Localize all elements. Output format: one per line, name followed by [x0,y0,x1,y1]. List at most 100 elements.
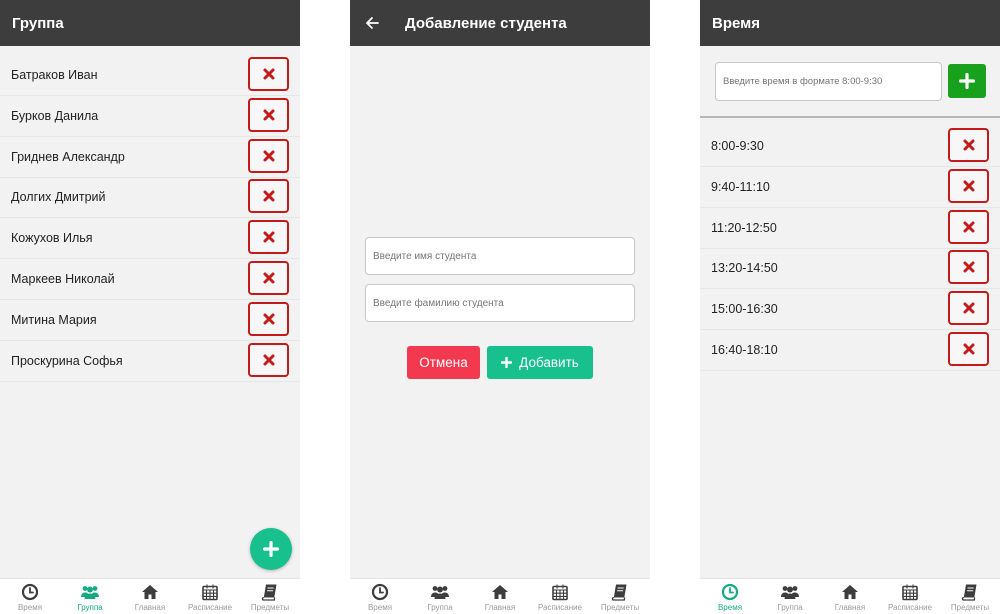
add-button-label: Добавить [519,355,579,370]
clock-icon [721,583,739,601]
delete-student-button[interactable] [248,179,289,214]
nav-label: Время [717,603,743,612]
nav-item-home[interactable]: Главная [120,579,180,614]
nav-item-users[interactable]: Группа [760,579,820,614]
time-slot-row: 8:00-9:30 [700,126,1000,167]
nav-item-calendar[interactable]: Расписание [530,579,590,614]
book-icon [261,584,277,601]
last-name-input[interactable] [365,284,635,322]
home-icon [142,585,158,599]
time-slot-row-text: 8:00-9:30 [711,139,764,153]
x-icon [263,272,274,284]
student-row-text: Долгих Дмитрий [11,190,106,205]
nav-item-book[interactable]: Предметы [240,579,300,614]
add-time-button[interactable] [948,64,986,98]
book-icon [961,584,977,601]
x-icon [963,221,974,233]
page-title: Группа [12,14,64,32]
users-icon [431,586,449,599]
delete-student-button[interactable] [248,261,289,295]
student-row: Батраков Иван [0,55,300,96]
time-slot-row-text: 11:20-12:50 [711,220,777,235]
calendar-icon [552,584,568,601]
time-slot-row-text: 16:40-18:10 [711,343,778,357]
nav-label: Главная [484,603,516,612]
back-button[interactable] [350,0,394,46]
time-input[interactable] [715,62,942,101]
page-title: Добавление студента [405,14,567,32]
student-row: Проскурина Софья [0,341,300,382]
nav-item-clock[interactable]: Время [350,579,410,614]
book-icon [611,584,627,601]
nav-label: Предметы [250,603,290,612]
time-slot-row: 11:20-12:50 [700,208,1000,249]
nav-label: Предметы [600,603,640,612]
nav-item-users[interactable]: Группа [410,579,470,614]
delete-time-button[interactable] [948,291,989,326]
nav-label: Расписание [887,603,933,612]
nav-item-users[interactable]: Группа [60,579,120,614]
app-bar: Время [700,0,1000,46]
delete-student-button[interactable] [248,97,289,132]
nav-item-book[interactable]: Предметы [940,579,1000,614]
plus-icon [501,357,513,368]
delete-student-button[interactable] [248,342,289,377]
student-row: Долгих Дмитрий [0,177,300,219]
delete-student-button[interactable] [248,220,289,255]
nav-item-book[interactable]: Предметы [590,579,650,614]
bottom-nav: Время Группа Главная Расписание Предметы [700,578,1000,614]
nav-label: Расписание [537,603,583,612]
x-icon [263,68,274,80]
plus-icon [263,541,279,557]
student-row: Бурков Данила [0,96,300,137]
delete-time-button[interactable] [948,332,989,366]
x-icon [963,139,974,151]
nav-label: Главная [834,603,866,612]
nav-item-home[interactable]: Главная [820,579,880,614]
student-row-text: Митина Мария [11,312,97,327]
first-name-input[interactable] [365,237,635,275]
bottom-nav: Время Группа Главная Расписание Предметы [0,578,300,614]
page-title: Время [712,14,760,32]
add-student-screen: Добавление студента Отмена Добавить Врем… [350,0,650,614]
delete-time-button[interactable] [948,128,989,162]
add-button[interactable]: Добавить [487,346,593,379]
x-icon [263,150,274,162]
delete-time-button[interactable] [948,168,989,203]
add-student-fab[interactable] [250,528,292,570]
nav-label: Группа [777,603,803,612]
nav-label: Группа [427,603,453,612]
home-icon [842,585,858,599]
divider [700,116,1000,118]
users-icon [781,586,799,599]
student-row-text: Кожухов Илья [11,231,93,246]
time-slot-row: 9:40-11:10 [700,167,1000,208]
cancel-button[interactable]: Отмена [407,346,480,379]
student-row: Гриднев Александр [0,137,300,178]
calendar-icon [202,584,218,601]
nav-item-calendar[interactable]: Расписание [180,579,240,614]
time-slot-row: 16:40-18:10 [700,330,1000,371]
delete-student-button[interactable] [248,57,289,91]
home-icon [492,585,508,599]
x-icon [963,343,974,355]
nav-label: Время [367,603,393,612]
nav-item-home[interactable]: Главная [470,579,530,614]
nav-item-calendar[interactable]: Расписание [880,579,940,614]
delete-student-button[interactable] [248,138,289,173]
app-bar: Группа [0,0,300,46]
nav-item-clock[interactable]: Время [700,579,760,614]
delete-time-button[interactable] [948,209,989,244]
time-slot-row-text: 13:20-14:50 [711,261,778,276]
time-slot-row-text: 9:40-11:10 [711,179,770,194]
nav-item-clock[interactable]: Время [0,579,60,614]
app-bar: Добавление студента [350,0,650,46]
x-icon [263,313,274,325]
delete-student-button[interactable] [248,301,289,336]
x-icon [263,354,274,366]
x-icon [263,190,274,202]
nav-label: Расписание [187,603,233,612]
delete-time-button[interactable] [948,250,989,285]
x-icon [963,180,974,192]
nav-label: Главная [134,603,166,612]
